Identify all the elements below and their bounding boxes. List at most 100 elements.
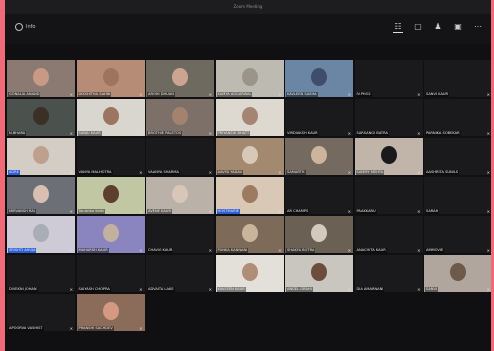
participant-face: [102, 224, 119, 242]
participant-name: KAVLEEN KAUR: [216, 287, 246, 292]
participant-tile[interactable]: DIVEKNI JOHAN ✕: [7, 255, 75, 292]
participant-tile[interactable]: SANVI KAUR ✕: [424, 60, 491, 97]
participant-name: HOSTMARIE: [216, 209, 240, 214]
participant-name: GONALIA ANAND: [8, 92, 41, 97]
participant-tile[interactable]: SRISHTI AHUJA ✕: [7, 216, 75, 253]
participant-tile[interactable]: AROHI DHUAN ✕: [146, 60, 214, 97]
participant-tile[interactable]: KAVLEEN SASHA ✕: [285, 60, 353, 97]
participant-tile[interactable]: ANGEL GRAHI ✕: [285, 255, 353, 292]
participant-tile[interactable]: HOSTMARIE ✕: [215, 177, 284, 214]
participant-tile[interactable]: PRANSHI SACHDEV ✕: [76, 294, 145, 331]
share-icon[interactable]: ▣: [453, 22, 463, 33]
participant-name: ADVAITA LAKE: [147, 287, 175, 292]
participant-tile[interactable]: IV.PHO2 ✕: [354, 60, 423, 97]
participant-tile[interactable]: SARAH ✕: [424, 177, 491, 214]
participant-name: BROTHIE PALETOS: [147, 131, 183, 136]
muted-mic-icon: ✕: [486, 248, 490, 253]
participant-grid: GONALIA ANAND ✕ DIKSHITHA SAHNI ✕ AROHI DHUA…: [5, 58, 491, 351]
participant-face: [172, 68, 188, 86]
participant-face: [102, 302, 119, 320]
participant-tile[interactable]: PUNKA KANNANI ✕: [215, 216, 284, 253]
participant-name: PARNIKA SOBEKAR: [425, 131, 461, 136]
participant-name: SRISHTI AHUJA: [8, 248, 37, 253]
participant-tile[interactable]: CHAVVI KAUR ✕: [146, 216, 214, 253]
muted-mic-icon: ✕: [69, 92, 73, 97]
chat-icon[interactable]: ▢: [413, 22, 423, 33]
participant-name: ANACHITA KAUR: [355, 248, 387, 253]
meeting-info[interactable]: Info: [15, 23, 35, 31]
participant-name: SANVI KAUR: [425, 92, 450, 97]
participant-tile[interactable]: PARNIKA SOBEKAR ✕: [424, 99, 491, 136]
muted-mic-icon: ✕: [69, 209, 73, 214]
muted-mic-icon: ✕: [208, 209, 212, 214]
participant-face: [311, 263, 327, 281]
participant-tile[interactable]: AVENE KAUR ✕: [146, 177, 214, 214]
participant-tile[interactable]: N.BHARA ✕: [7, 99, 75, 136]
participant-tile[interactable]: AGRE ✕: [7, 138, 75, 175]
participant-tile[interactable]: KAMYA AGGARWAL ✕: [215, 60, 284, 97]
participant-tile[interactable]: SANJU KAUR ✕: [76, 99, 145, 136]
muted-mic-icon: ✕: [417, 287, 421, 292]
muted-mic-icon: ✕: [417, 209, 421, 214]
participants-icon[interactable]: ♟: [433, 22, 443, 33]
participant-tile[interactable]: PRIYANSHI BHATT ✕: [215, 99, 284, 136]
participant-tile[interactable]: VANYA MALHOTRA ✕: [76, 138, 145, 175]
participant-name: DIVEKNI JOHAN: [8, 287, 38, 292]
participant-name: AAVYA YADAV: [216, 170, 244, 175]
participant-face: [33, 107, 49, 125]
participant-name: AMMOVIE: [425, 248, 445, 253]
participant-tile[interactable]: MIRVANSH RAI ✕: [7, 177, 75, 214]
muted-mic-icon: ✕: [417, 248, 421, 253]
window-title: Zoom Meeting: [5, 0, 491, 14]
more-icon[interactable]: ⋯: [473, 22, 483, 33]
participant-tile[interactable]: BROTHIE PALETOS ✕: [146, 99, 214, 136]
participant-tile[interactable]: AAVYA YADAV ✕: [215, 138, 284, 175]
participant-tile[interactable]: SANVI ✕: [424, 255, 491, 292]
participant-tile[interactable]: ANACHITA KAUR ✕: [354, 216, 423, 253]
participant-tile[interactable]: KAVLEEN KAUR ✕: [215, 255, 284, 292]
muted-mic-icon: ✕: [347, 131, 351, 136]
participant-tile[interactable]: SAMARTH ✕: [285, 138, 353, 175]
participant-tile[interactable]: APOORVA VASHIST ✕: [7, 294, 75, 331]
participant-name: KAMYA AGGARWAL: [216, 92, 253, 97]
participant-tile[interactable]: SAIYASH CHOPRA ✕: [76, 255, 145, 292]
participant-tile[interactable]: VIRDIAKSH KAUR ✕: [285, 99, 353, 136]
participant-name: AGRE: [8, 170, 20, 175]
muted-mic-icon: ✕: [486, 209, 490, 214]
muted-mic-icon: ✕: [278, 209, 282, 214]
participant-name: AROHI DHUAN: [147, 92, 175, 97]
meeting-info-label: Info: [26, 24, 36, 30]
participant-tile[interactable]: SAMMY MEHTA ✕: [354, 138, 423, 175]
muted-mic-icon: ✕: [486, 131, 490, 136]
participant-name: PRIYANSHI BHATT: [216, 131, 251, 136]
participant-face: [102, 185, 119, 203]
participant-name: Tanishka Sethi: [77, 209, 106, 214]
participant-tile[interactable]: ADVAITA LAKE ✕: [146, 255, 214, 292]
gallery-view-icon[interactable]: ☷: [393, 22, 403, 33]
info-icon: [15, 23, 23, 31]
participant-tile[interactable]: AASHRITA SUNILS ✕: [424, 138, 491, 175]
participant-tile[interactable]: Tanishka Sethi ✕: [76, 177, 145, 214]
participant-tile[interactable]: DIKSHITHA SAHNI ✕: [76, 60, 145, 97]
participant-tile[interactable]: GONALIA ANAND ✕: [7, 60, 75, 97]
participant-tile[interactable]: AR CHAMPS ✕: [285, 177, 353, 214]
participant-tile[interactable]: MAHARSH KAUR ✕: [76, 216, 145, 253]
participant-tile[interactable]: DIA AMARNANI ✕: [354, 255, 423, 292]
participant-tile[interactable]: AMMOVIE ✕: [424, 216, 491, 253]
muted-mic-icon: ✕: [486, 170, 490, 175]
participant-name: PRANSHI SACHDEV: [77, 326, 114, 331]
participant-tile[interactable]: VAANYA SHARMA ✕: [146, 138, 214, 175]
participant-name: SARAH: [425, 209, 440, 214]
meeting-toolbar: Info ☷ ▢ ♟ ▣ ⋯: [5, 14, 491, 44]
participant-face: [172, 185, 188, 203]
participant-tile[interactable]: SARSANGI BATRA ✕: [354, 99, 423, 136]
participant-name: DIA AMARNANI: [355, 287, 385, 292]
participant-name: MIRVANSH RAI: [8, 209, 36, 214]
participant-face: [102, 107, 119, 125]
participant-name: ANGEL GRAHI: [286, 287, 313, 292]
participant-tile[interactable]: PAAKKARU ✕: [354, 177, 423, 214]
participant-tile[interactable]: SHAKYA BOTRA ✕: [285, 216, 353, 253]
participant-name: AASHRITA SUNILS: [425, 170, 460, 175]
participant-face: [102, 68, 119, 86]
participant-name: APOORVA VASHIST: [8, 326, 44, 331]
